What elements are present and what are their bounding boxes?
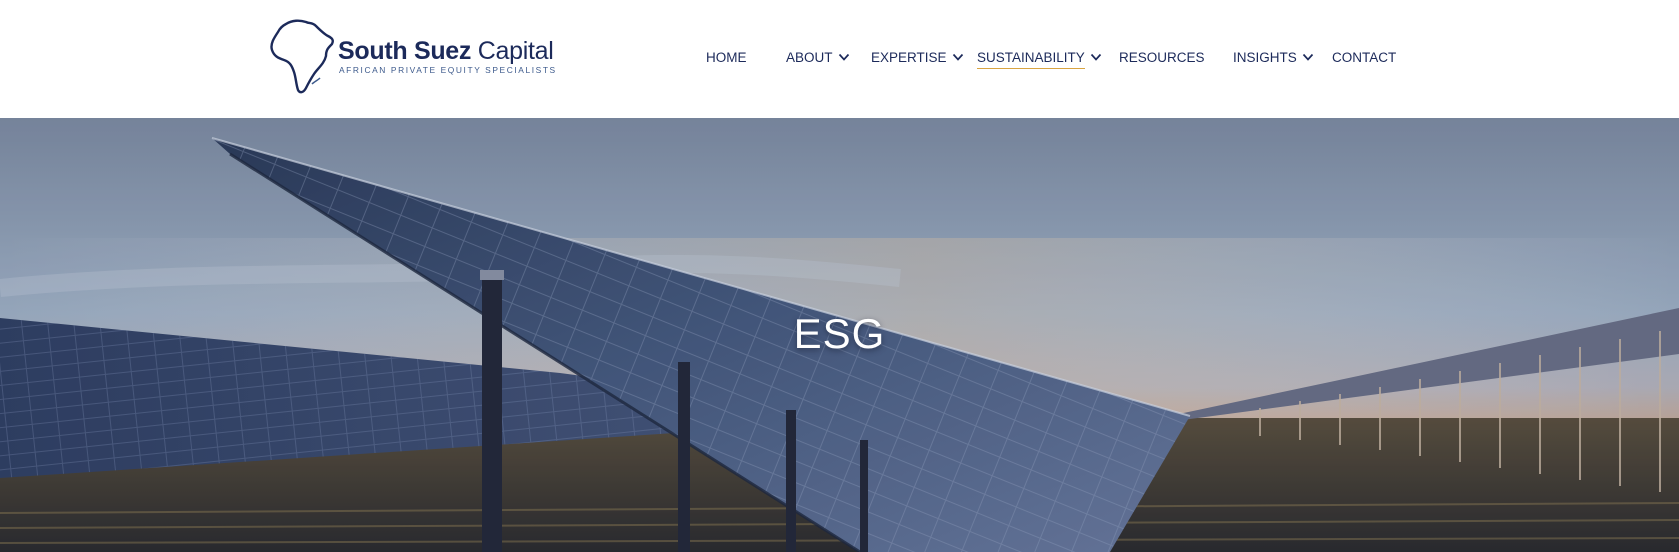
nav-item-label: INSIGHTS (1233, 49, 1297, 65)
chevron-down-icon[interactable] (838, 52, 850, 62)
chevron-down-icon[interactable] (952, 52, 964, 62)
nav-item-home[interactable]: HOME (706, 47, 747, 67)
nav-item-label: EXPERTISE (871, 49, 947, 65)
nav-item-expertise[interactable]: EXPERTISE (871, 47, 964, 67)
nav-item-label: CONTACT (1332, 49, 1397, 65)
nav-item-about[interactable]: ABOUT (786, 47, 850, 67)
page-title: ESG (793, 310, 886, 357)
nav-item-contact[interactable]: CONTACT (1332, 47, 1396, 67)
nav-item-label: ABOUT (786, 49, 833, 65)
nav-item-resources[interactable]: RESOURCES (1119, 47, 1205, 67)
nav-item-label: HOME (706, 49, 747, 65)
chevron-down-icon[interactable] (1302, 52, 1314, 62)
hero-banner: ESG (0, 118, 1679, 552)
nav-item-label: SUSTAINABILITY (977, 49, 1085, 69)
site-header: South Suez Capital AFRICAN PRIVATE EQUIT… (0, 0, 1679, 118)
nav-item-sustainability[interactable]: SUSTAINABILITY (977, 47, 1102, 69)
nav-item-insights[interactable]: INSIGHTS (1233, 47, 1314, 67)
nav-item-label: RESOURCES (1119, 49, 1205, 65)
main-nav: HOME ABOUT EXPERTISE SUSTAINABILITY RESO… (0, 0, 1679, 118)
chevron-down-icon[interactable] (1090, 52, 1102, 62)
